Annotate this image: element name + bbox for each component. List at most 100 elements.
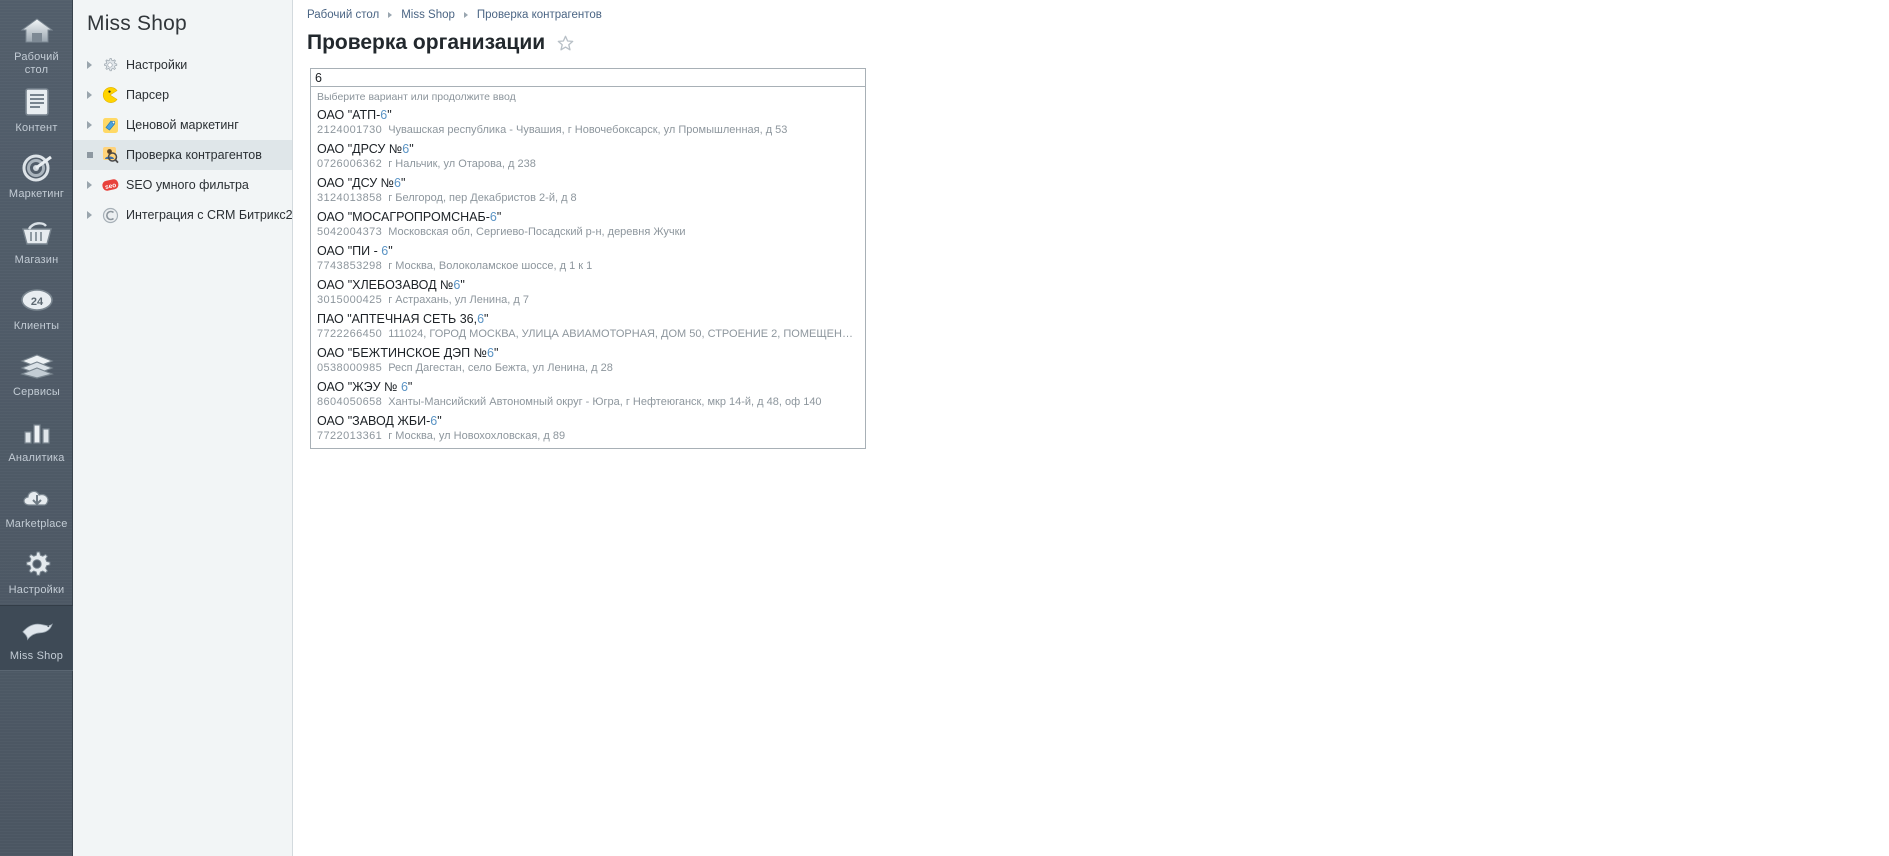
page-header: Проверка организации [293, 21, 1889, 55]
gear-icon [20, 547, 54, 581]
suggestion-inn: 2124001730 [317, 124, 383, 136]
suggestion-name: ПАО "АПТЕЧНАЯ СЕТЬ 36,6" [317, 312, 489, 326]
nav-item-shop-label: Магазин [14, 254, 59, 266]
suggestion-inn: 8604050658 [317, 396, 383, 408]
sidebar-item-counterparty-check[interactable]: Проверка контрагентов [73, 140, 292, 170]
gear-small-icon [99, 55, 121, 75]
layers-icon [19, 349, 54, 383]
nav-item-clients-label: Клиенты [13, 320, 60, 332]
chevron-right-icon[interactable] [87, 121, 99, 129]
suggestion-item[interactable]: ОАО "ДСУ №6" 3124013858 г Белгород, пер Д… [311, 174, 865, 208]
nav-item-services-label: Сервисы [13, 386, 60, 398]
suggestion-item[interactable]: ОАО "ДРСУ №6" 0726006362 г Нальчик, ул От… [311, 140, 865, 174]
autocomplete-dropdown: Выберите вариант или продолжите ввод ОАО… [310, 87, 866, 449]
nav-item-settings[interactable]: Настройки [0, 539, 73, 605]
sidebar-item-crm-integration[interactable]: Интеграция с CRM Битрикс24 [73, 200, 300, 230]
nav-item-shop[interactable]: Магазин [0, 209, 73, 275]
organization-autocomplete: Выберите вариант или продолжите ввод ОАО… [310, 68, 866, 449]
nav-item-marketplace[interactable]: Marketplace [0, 473, 73, 539]
suggestion-inn: 7743853298 [317, 260, 383, 272]
sidebar-item-price-marketing[interactable]: Ценовой маркетинг [73, 110, 292, 140]
breadcrumb: Рабочий стол Miss Shop Проверка контраге… [293, 0, 1889, 21]
suggestion-address: г Москва, Волоколамское шоссе, д 1 к 1 [388, 260, 593, 272]
person-magnifier-icon [99, 145, 121, 165]
sidebar-item-parser[interactable]: Парсер [73, 80, 292, 110]
suggestion-details: 8604050658 Ханты-Мансийский Автономный ок… [317, 395, 859, 409]
sidebar-item-seo-smart-filter[interactable]: seo SEO умного фильтра [73, 170, 292, 200]
breadcrumb-item-counterparty-check[interactable]: Проверка контрагентов [477, 9, 602, 21]
nav-item-services[interactable]: Сервисы [0, 341, 73, 407]
bird-logo-icon [20, 613, 54, 647]
nav-item-analytics[interactable]: Аналитика [0, 407, 73, 473]
suggestion-item[interactable]: ОАО "ПИ - 6" 7743853298 г Москва, Волокол… [311, 242, 865, 276]
sidebar-item-counterparty-check-label: Проверка контрагентов [126, 148, 262, 162]
suggestion-details: 2124001730 Чувашская республика - Чувашия… [317, 123, 859, 137]
nav-item-marketing-label: Маркетинг [8, 188, 65, 200]
suggestion-name: ОАО "АТП-6" [317, 108, 392, 122]
breadcrumb-separator-icon [388, 12, 393, 18]
chevron-right-icon[interactable] [87, 211, 99, 219]
nav-item-desktop[interactable]: Рабочий стол [0, 6, 73, 77]
suggestion-details: 5042004373 Московская обл, Сергиево-Посад… [317, 225, 859, 239]
suggestion-address: 111024, ГОРОД МОСКВА, УЛИЦА АВИАМОТОРНАЯ… [388, 328, 859, 340]
suggestion-inn: 3124013858 [317, 192, 383, 204]
suggestion-address: Ханты-Мансийский Автономный округ - Югра… [388, 396, 822, 408]
suggestion-details: 0726006362 г Нальчик, ул Отарова, д 238 [317, 157, 859, 171]
breadcrumb-separator-icon [463, 12, 468, 18]
star-outline-icon[interactable] [557, 35, 574, 52]
nav-item-content[interactable]: Контент [0, 77, 73, 143]
sidebar-item-settings[interactable]: Настройки [73, 50, 292, 80]
chevron-right-icon[interactable] [87, 181, 99, 189]
sidebar-item-price-marketing-label: Ценовой маркетинг [126, 118, 239, 132]
suggestion-details: 3015000425 г Астрахань, ул Ленина, д 7 [317, 293, 859, 307]
suggestion-name: ОАО "ЗАВОД ЖБИ-6" [317, 414, 442, 428]
suggestion-item[interactable]: ОАО "АТП-6" 2124001730 Чувашская республи… [311, 106, 865, 140]
suggestion-details: 3124013858 г Белгород, пер Декабристов 2-… [317, 191, 859, 205]
svg-text:seo: seo [104, 181, 116, 190]
nav-item-analytics-label: Аналитика [8, 452, 65, 464]
suggestion-address: г Москва, ул Новохохловская, д 89 [388, 430, 566, 442]
chevron-right-icon[interactable] [87, 91, 99, 99]
pacman-icon [99, 85, 121, 105]
chevron-right-icon[interactable] [87, 61, 99, 69]
autocomplete-hint: Выберите вариант или продолжите ввод [317, 91, 516, 103]
suggestion-item[interactable]: ОАО "ХЛЕБОЗАВОД №6" 3015000425 г Астрахан… [311, 276, 865, 310]
square-marker-icon [87, 152, 99, 158]
seo-tag-icon: seo [99, 175, 121, 195]
sidebar-item-parser-label: Парсер [126, 88, 170, 102]
suggestion-address: г Белгород, пер Декабристов 2-й, д 8 [388, 192, 577, 204]
suggestion-item[interactable]: ОАО "ЗАВОД ЖБИ-6" 7722013361 г Москва, ул… [311, 412, 865, 446]
suggestion-name: ОАО "МОСАГРОПРОМСНАБ-6" [317, 210, 502, 224]
crm-circle-icon [99, 205, 121, 225]
nav-item-miss-shop[interactable]: Miss Shop [0, 605, 73, 671]
suggestion-item[interactable]: ОАО "ЖЭУ № 6" 8604050658 Ханты-Мансийский… [311, 378, 865, 412]
suggestion-details: 7722266450 111024, ГОРОД МОСКВА, УЛИЦА АВ… [317, 327, 859, 341]
module-sidebar: Miss Shop Настройки Парсер Ценовой марке… [73, 0, 300, 856]
suggestion-name: ОАО "ХЛЕБОЗАВОД №6" [317, 278, 465, 292]
suggestion-details: 0538000985 Респ Дагестан, село Бежта, ул … [317, 361, 859, 375]
nav-item-clients[interactable]: 24 Клиенты [0, 275, 73, 341]
suggestion-item[interactable]: ОАО "БЕЖТИНСКОЕ ДЭП №6" 0538000985 Респ Д… [311, 344, 865, 378]
content-icon [20, 85, 54, 119]
price-tag-icon [99, 115, 121, 135]
suggestion-inn: 0726006362 [317, 158, 383, 170]
suggestion-name: ОАО "ДРСУ №6" [317, 142, 414, 156]
breadcrumb-item-miss-shop[interactable]: Miss Shop [401, 9, 455, 21]
suggestion-inn: 3015000425 [317, 294, 383, 306]
suggestion-item[interactable]: ПАО "АПТЕЧНАЯ СЕТЬ 36,6" 7722266450 11102… [311, 310, 865, 344]
suggestion-inn: 5042004373 [317, 226, 383, 238]
nav-item-marketplace-label: Marketplace [5, 518, 68, 530]
breadcrumb-item-desktop[interactable]: Рабочий стол [307, 9, 379, 21]
nav-item-marketing[interactable]: Маркетинг [0, 143, 73, 209]
suggestion-details: 7743853298 г Москва, Волоколамское шоссе,… [317, 259, 859, 273]
nav-item-desktop-label: Рабочий стол [14, 51, 59, 76]
suggestion-inn: 0538000985 [317, 362, 383, 374]
target-icon [20, 151, 54, 185]
sidebar-item-settings-label: Настройки [126, 58, 188, 72]
suggestion-item[interactable]: ОАО "МОСАГРОПРОМСНАБ-6" 5042004373 Москов… [311, 208, 865, 242]
suggestion-address: Чувашская республика - Чувашия, г Новоче… [388, 124, 788, 136]
organization-search-input[interactable] [310, 68, 866, 87]
basket-icon [20, 217, 54, 251]
suggestion-details: 7722013361 г Москва, ул Новохохловская, д… [317, 429, 859, 443]
sidebar-title: Miss Shop [87, 12, 187, 35]
